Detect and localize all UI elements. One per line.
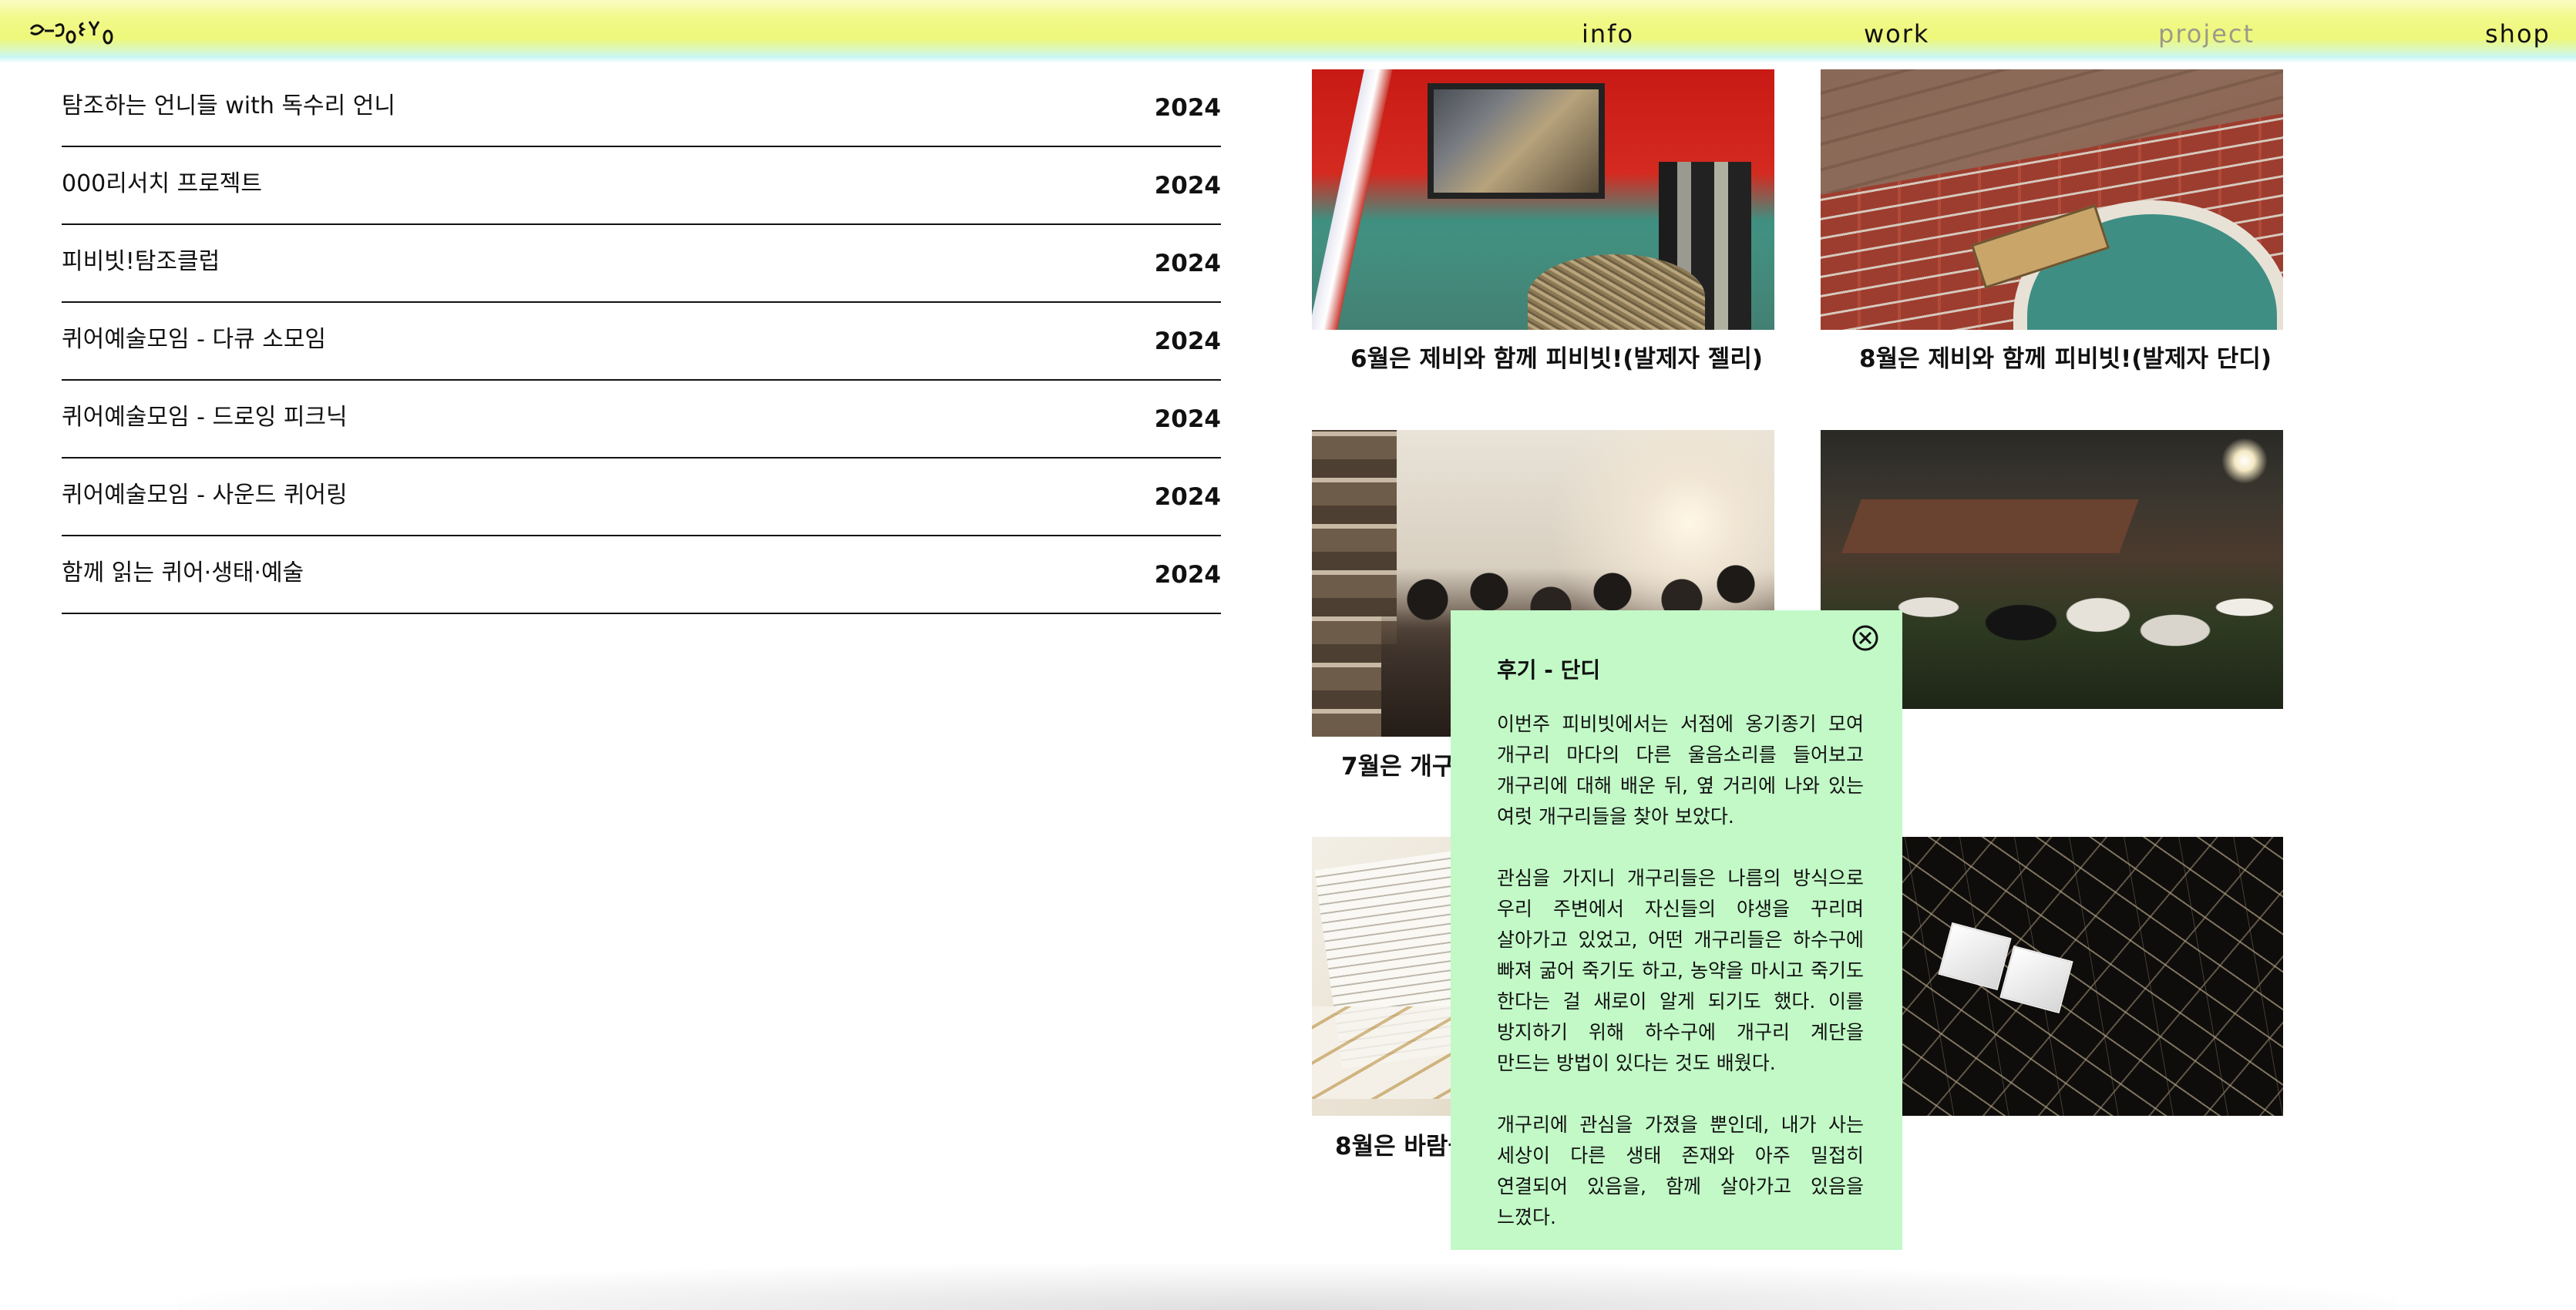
project-year: 2024 bbox=[1154, 561, 1221, 589]
project-year: 2024 bbox=[1154, 405, 1221, 433]
gallery-caption[interactable]: 8월은 제비와 함께 피비빗!(발제자 단디) bbox=[1859, 344, 2272, 375]
bottom-shadow bbox=[177, 1264, 2397, 1310]
project-row[interactable]: 피비빗!탐조클럽 2024 bbox=[62, 225, 1221, 303]
nav-shop[interactable]: shop bbox=[2485, 17, 2551, 51]
project-row[interactable]: 퀴어예술모임 - 드로잉 피크닉 2024 bbox=[62, 381, 1221, 458]
squiggle-logo[interactable] bbox=[28, 14, 120, 48]
circle-x-icon[interactable] bbox=[1850, 623, 1881, 653]
nav-project[interactable]: project bbox=[2158, 17, 2255, 51]
project-row[interactable]: 퀴어예술모임 - 다큐 소모임 2024 bbox=[62, 303, 1221, 381]
nav-info[interactable]: info bbox=[1582, 17, 1634, 51]
review-modal: 후기 - 단디 이번주 피비빗에서는 서점에 옹기종기 모여 개구리 마다의 다… bbox=[1451, 610, 1902, 1250]
project-row[interactable]: 000리서치 프로젝트 2024 bbox=[62, 147, 1221, 225]
project-list: 탐조하는 언니들 with 독수리 언니 2024 000리서치 프로젝트 20… bbox=[62, 69, 1221, 614]
project-year: 2024 bbox=[1154, 328, 1221, 355]
project-year: 2024 bbox=[1154, 172, 1221, 200]
modal-body: 이번주 피비빗에서는 서점에 옹기종기 모여 개구리 마다의 다른 울음소리를 … bbox=[1497, 709, 1864, 1264]
project-title: 함께 읽는 퀴어·생태·예술 bbox=[62, 559, 304, 586]
gallery-caption[interactable]: 6월은 제비와 함께 피비빗!(발제자 젤리) bbox=[1350, 344, 1763, 375]
project-title: 피비빗!탐조클럽 bbox=[62, 248, 220, 275]
project-title: 000리서치 프로젝트 bbox=[62, 170, 262, 197]
project-year: 2024 bbox=[1154, 94, 1221, 122]
project-year: 2024 bbox=[1154, 483, 1221, 511]
project-title: 탐조하는 언니들 with 독수리 언니 bbox=[62, 92, 395, 119]
modal-paragraph: 이번주 피비빗에서는 서점에 옹기종기 모여 개구리 마다의 다른 울음소리를 … bbox=[1497, 713, 1864, 828]
swallow-nest-photo[interactable] bbox=[1312, 69, 1774, 330]
site-header: info work project shop bbox=[0, 0, 2576, 63]
modal-paragraph: 관심을 가지니 개구리들은 나름의 방식으로 우리 주변에서 자신들의 야생을 … bbox=[1497, 867, 1864, 1074]
project-title: 퀴어예술모임 - 드로잉 피크닉 bbox=[62, 404, 348, 431]
modal-paragraph: 개구리에 관심을 가졌을 뿐인데, 내가 사는 세상이 다른 생태 존재와 아주… bbox=[1497, 1114, 1864, 1228]
project-row[interactable]: 탐조하는 언니들 with 독수리 언니 2024 bbox=[62, 69, 1221, 147]
nav-work[interactable]: work bbox=[1864, 17, 1929, 51]
project-row[interactable]: 함께 읽는 퀴어·생태·예술 2024 bbox=[62, 536, 1221, 614]
modal-title: 후기 - 단디 bbox=[1497, 657, 1601, 683]
project-title: 퀴어예술모임 - 다큐 소모임 bbox=[62, 326, 327, 353]
gallery-caption[interactable]: 8월은 바람을 bbox=[1335, 1131, 1470, 1162]
brick-arch-photo[interactable] bbox=[1821, 69, 2283, 330]
project-year: 2024 bbox=[1154, 250, 1221, 277]
project-row[interactable]: 퀴어예술모임 - 사운드 퀴어링 2024 bbox=[62, 458, 1221, 536]
project-title: 퀴어예술모임 - 사운드 퀴어링 bbox=[62, 482, 348, 509]
